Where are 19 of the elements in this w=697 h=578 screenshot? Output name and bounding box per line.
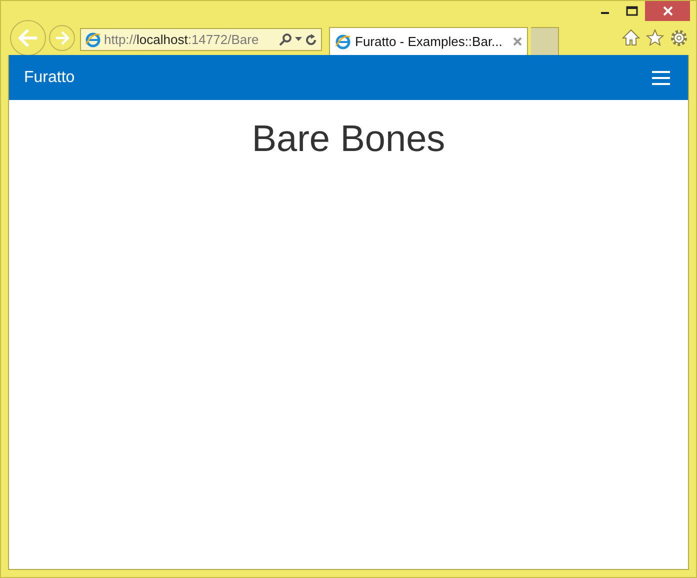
menu-icon[interactable] [652, 70, 670, 84]
close-icon [662, 6, 672, 16]
back-arrow-icon [17, 28, 39, 48]
home-icon[interactable] [622, 29, 640, 46]
maximize-icon [626, 6, 638, 16]
settings-icon[interactable] [670, 29, 688, 47]
address-field[interactable]: http://localhost:14772/Bare [80, 28, 322, 51]
page-heading: Bare Bones [250, 118, 446, 160]
dropdown-icon[interactable] [295, 37, 302, 42]
refresh-icon[interactable] [305, 34, 317, 46]
forward-arrow-icon [54, 31, 70, 45]
close-button[interactable] [645, 1, 690, 21]
browser-tab[interactable]: Furatto - Examples::Bar... [329, 27, 528, 55]
browser-icon [85, 32, 101, 48]
star-icon[interactable] [646, 29, 664, 46]
browser-icon [335, 34, 351, 50]
brand-link[interactable]: Furatto [24, 68, 75, 86]
close-tab-icon[interactable] [513, 37, 522, 46]
search-icon[interactable] [279, 33, 292, 46]
